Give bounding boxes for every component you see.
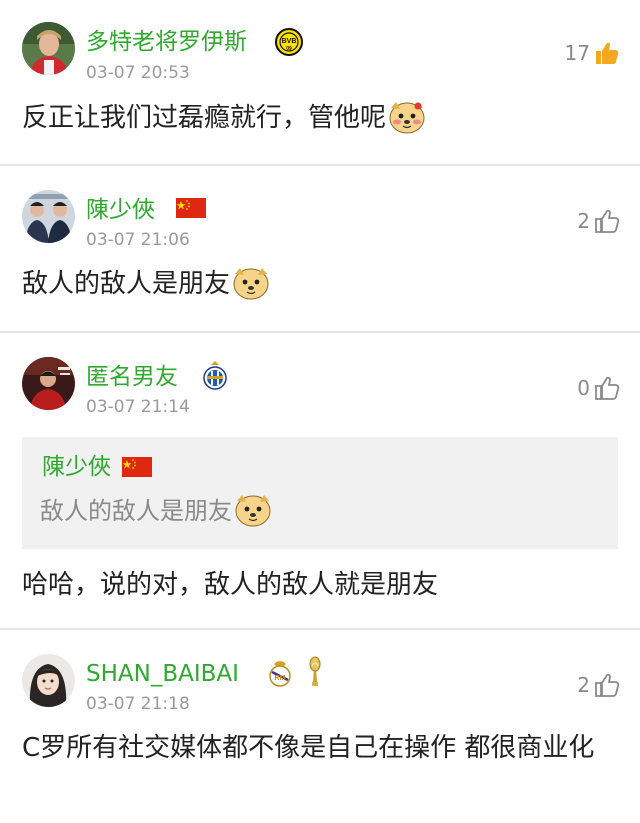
like-count: 17 — [564, 41, 590, 65]
china-flag-icon — [176, 198, 206, 218]
comment-item: SHAN_BAIBAI RM 03-07 21:18 2 C罗所有社交媒体都不像… — [0, 630, 640, 823]
thumbs-up-icon — [595, 209, 620, 233]
thumbs-up-icon — [596, 42, 619, 64]
username[interactable]: SHAN_BAIBAI — [86, 660, 239, 688]
svg-text:BVB: BVB — [282, 38, 297, 45]
like-count: 2 — [577, 673, 590, 697]
real-madrid-badge-icon: RM — [269, 661, 291, 687]
quoted-comment[interactable]: 陳少俠 敌人的敌人是朋友 — [22, 437, 618, 549]
avatar[interactable] — [22, 190, 75, 243]
comment-item: 匿名男友 03-07 21:14 0 陳少俠 敌人的敌人是朋友 哈哈，说的对，敌… — [0, 333, 640, 628]
quoted-text: 敌人的敌人是朋友 — [40, 493, 272, 528]
trophy-icon — [309, 656, 321, 686]
timestamp: 03-07 21:18 — [86, 694, 190, 714]
espanyol-badge-icon — [203, 361, 227, 390]
thumbs-up-icon — [595, 376, 620, 400]
svg-text:09: 09 — [286, 46, 292, 52]
comment-item: 陳少俠 03-07 21:06 2 敌人的敌人是朋友 — [0, 166, 640, 332]
comment-text: 哈哈，说的对，敌人的敌人就是朋友 — [22, 570, 439, 600]
dog-emoji-icon — [235, 495, 271, 527]
username[interactable]: 匿名男友 — [86, 363, 178, 391]
china-flag-icon — [122, 457, 152, 477]
svg-text:RM: RM — [275, 675, 286, 682]
username[interactable]: 陳少俠 — [86, 196, 155, 224]
timestamp: 03-07 20:53 — [86, 63, 190, 83]
thumbs-up-icon — [595, 673, 620, 697]
like-button[interactable]: 2 — [577, 670, 620, 700]
comment-item: 多特老将罗伊斯 BVB 09 03-07 20:53 17 反正让我们过磊瘾就行… — [0, 0, 640, 165]
like-button[interactable]: 0 — [577, 373, 620, 403]
dog-emoji-icon — [389, 102, 425, 134]
bvb-badge-icon: BVB 09 — [275, 28, 303, 56]
comment-feed: 多特老将罗伊斯 BVB 09 03-07 20:53 17 反正让我们过磊瘾就行… — [0, 0, 640, 823]
like-button[interactable]: 2 — [577, 206, 620, 236]
timestamp: 03-07 21:06 — [86, 230, 190, 250]
timestamp: 03-07 21:14 — [86, 397, 190, 417]
like-count: 0 — [577, 376, 590, 400]
comment-text: 反正让我们过磊瘾就行，管他呢 — [22, 96, 622, 140]
avatar[interactable] — [22, 654, 75, 707]
comment-text: 敌人的敌人是朋友 — [22, 262, 622, 306]
dog-emoji-icon — [233, 268, 269, 300]
username[interactable]: 多特老将罗伊斯 — [86, 28, 247, 56]
quoted-username[interactable]: 陳少俠 — [42, 453, 111, 481]
comment-text: C罗所有社交媒体都不像是自己在操作 都很商业化 — [22, 733, 595, 763]
avatar[interactable] — [22, 22, 75, 75]
like-button[interactable]: 17 — [565, 38, 620, 68]
like-count: 2 — [577, 209, 590, 233]
avatar[interactable] — [22, 357, 75, 410]
